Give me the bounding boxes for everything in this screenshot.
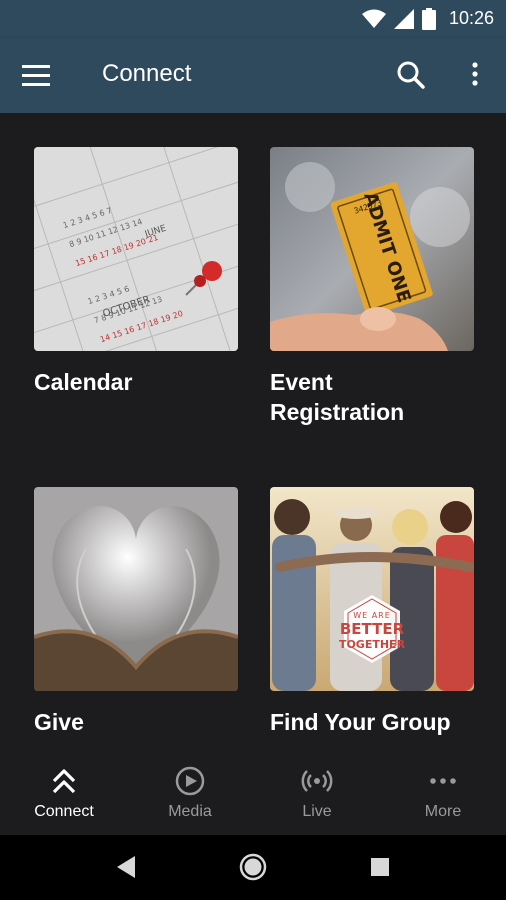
- calendar-photo: 1 2 3 4 5 6 7 8 9 10 11 12 13 14 15 16 1…: [34, 147, 238, 351]
- nav-label: Connect: [34, 803, 94, 820]
- signal-icon: [394, 9, 414, 29]
- svg-text:BETTER: BETTER: [340, 620, 405, 638]
- chevrons-up-icon: [52, 769, 76, 794]
- group-image: WE ARE BETTER TOGETHER: [270, 487, 474, 691]
- tile-find-your-group[interactable]: WE ARE BETTER TOGETHER Find Your Group: [270, 487, 474, 737]
- play-circle-icon: [175, 766, 205, 796]
- tile-label: Give: [34, 709, 84, 735]
- nav-item-more[interactable]: More: [393, 765, 493, 821]
- svg-text:TOGETHER: TOGETHER: [339, 638, 406, 651]
- more-vert-icon: [472, 62, 478, 86]
- tile-label: Find Your Group: [270, 709, 451, 735]
- app-bar: Connect: [0, 38, 506, 113]
- admit-one-ticket-photo: ADMIT ONE 342573: [270, 147, 474, 351]
- nav-item-connect[interactable]: Connect: [14, 765, 114, 821]
- recents-icon[interactable]: [370, 857, 390, 877]
- nav-item-media[interactable]: Media: [140, 765, 240, 821]
- home-icon[interactable]: [239, 853, 267, 881]
- back-icon[interactable]: [117, 856, 137, 878]
- menu-button[interactable]: [22, 62, 58, 90]
- connect-grid: 1 2 3 4 5 6 7 8 9 10 11 12 13 14 15 16 1…: [0, 113, 506, 753]
- svg-text:WE ARE: WE ARE: [353, 611, 391, 620]
- nav-item-live[interactable]: Live: [267, 765, 367, 821]
- ticket-image: ADMIT ONE 342573: [270, 147, 474, 351]
- broadcast-icon: [301, 770, 333, 792]
- status-icons: [362, 8, 436, 30]
- nav-label: More: [424, 803, 462, 820]
- menu-icon: [22, 65, 50, 86]
- book-heart-photo: [34, 487, 238, 691]
- more-horiz-icon: [430, 778, 456, 784]
- tile-event-registration[interactable]: ADMIT ONE 342573 Event Registration: [270, 147, 474, 427]
- page-title: Connect: [102, 60, 192, 87]
- bottom-nav: Connect Media Live More: [0, 753, 506, 835]
- tile-label: Event Registration: [270, 369, 405, 425]
- search-icon: [397, 61, 425, 89]
- status-bar: 10:26: [0, 0, 506, 38]
- tile-label: Calendar: [34, 369, 133, 395]
- nav-label: Live: [302, 803, 332, 820]
- nav-label: Media: [168, 803, 212, 820]
- status-time: 10:26: [448, 8, 494, 28]
- overflow-menu-button[interactable]: [460, 60, 490, 90]
- wifi-icon: [362, 9, 386, 28]
- tile-give[interactable]: Give: [34, 487, 238, 737]
- tile-calendar[interactable]: 1 2 3 4 5 6 7 8 9 10 11 12 13 14 15 16 1…: [34, 147, 238, 397]
- group-photo: WE ARE BETTER TOGETHER: [270, 487, 474, 691]
- battery-icon: [422, 8, 436, 30]
- calendar-image: 1 2 3 4 5 6 7 8 9 10 11 12 13 14 15 16 1…: [34, 147, 238, 351]
- search-button[interactable]: [396, 60, 426, 90]
- system-nav-bar: [0, 835, 506, 900]
- heart-book-image: [34, 487, 238, 691]
